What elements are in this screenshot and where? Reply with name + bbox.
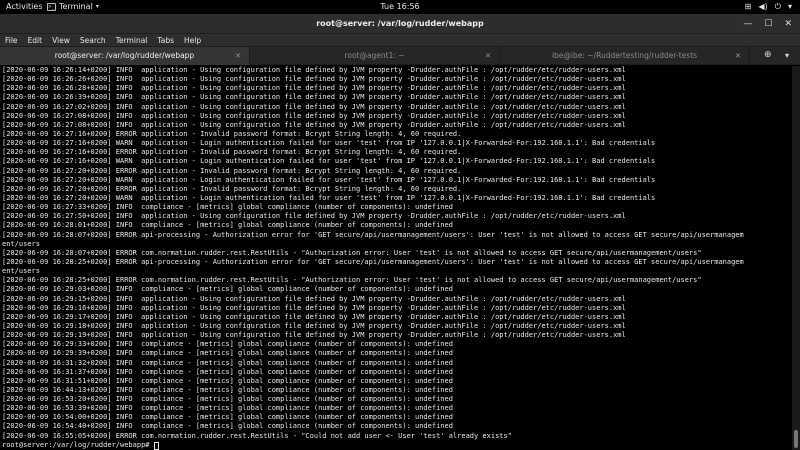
log-line: [2020-06-09 16:54:40+0200] INFO complian…: [2, 422, 453, 431]
log-line: [2020-06-09 16:27:50+0200] INFO applicat…: [2, 212, 626, 221]
log-line: [2020-06-09 16:27:20+0200] ERROR applica…: [2, 184, 462, 193]
app-menu-label: Terminal: [59, 2, 93, 11]
menu-help[interactable]: Help: [184, 36, 201, 45]
log-line: [2020-06-09 16:27:08+0200] INFO applicat…: [2, 120, 626, 129]
scrollbar-thumb[interactable]: [794, 430, 798, 448]
maximize-button[interactable]: ☐: [764, 19, 772, 29]
log-line: [2020-06-09 16:28:01+0200] INFO complian…: [2, 221, 453, 230]
chevron-down-icon: ▾: [95, 3, 99, 10]
power-icon: ⏻: [774, 2, 781, 11]
log-line: [2020-06-09 16:27:20+0200] WARN applicat…: [2, 193, 656, 202]
log-line: [2020-06-09 16:29:18+0200] INFO applicat…: [2, 321, 626, 330]
log-line: [2020-06-09 16:53:20+0200] INFO complian…: [2, 395, 453, 404]
menu-tabs[interactable]: Tabs: [157, 36, 174, 45]
log-line: [2020-06-09 16:28:07+0200] ERROR api-pro…: [2, 230, 744, 239]
gnome-top-bar: Activities >_ Terminal ▾ Tue 16:56 ⊞ ◀) …: [0, 0, 800, 14]
terminal-scrollbar[interactable]: [792, 66, 800, 450]
text-cursor: [153, 441, 159, 450]
log-line: [2020-06-09 16:53:39+0200] INFO complian…: [2, 404, 453, 413]
new-tab-button[interactable]: ⊕: [764, 46, 772, 65]
clock-button[interactable]: Tue 16:56: [380, 2, 419, 11]
window-title: root@server: /var/log/rudder/webapp: [316, 19, 484, 28]
activities-button[interactable]: Activities: [6, 0, 43, 14]
terminal-output[interactable]: [2020-06-09 16:26:14+0200] INFO applicat…: [0, 66, 790, 450]
log-line: [2020-06-09 16:29:15+0200] INFO applicat…: [2, 294, 626, 303]
log-line: [2020-06-09 16:54:00+0200] INFO complian…: [2, 413, 453, 422]
menu-terminal[interactable]: Terminal: [116, 36, 148, 45]
close-icon[interactable]: ✕: [735, 47, 741, 65]
log-line: [2020-06-09 16:28:25+0200] ERROR api-pro…: [2, 257, 744, 266]
log-line: [2020-06-09 16:31:51+0200] INFO complian…: [2, 376, 453, 385]
tabs-menu-button[interactable]: ▾: [785, 46, 789, 65]
shell-prompt: root@server:/var/log/rudder/webapp#: [2, 440, 154, 449]
log-line: ent/users: [2, 239, 40, 248]
app-menu-button[interactable]: >_ Terminal ▾: [47, 0, 99, 14]
log-line: [2020-06-09 16:26:39+0200] INFO applicat…: [2, 93, 626, 102]
log-line: [2020-06-09 16:27:08+0200] INFO applicat…: [2, 111, 626, 120]
close-icon[interactable]: ✕: [235, 47, 241, 65]
log-line: [2020-06-09 16:27:16+0200] WARN applicat…: [2, 139, 656, 148]
menu-edit[interactable]: Edit: [28, 36, 43, 45]
tab-root-server[interactable]: root@server: /var/log/rudder/webapp ✕: [0, 47, 250, 65]
close-icon[interactable]: ✕: [485, 47, 491, 65]
minimize-button[interactable]: —: [743, 19, 752, 29]
log-line: ent/users: [2, 267, 40, 276]
close-button[interactable]: ✕: [784, 19, 792, 29]
tab-bar: root@server: /var/log/rudder/webapp ✕ ro…: [0, 46, 800, 65]
tab-root-agent1[interactable]: root@agent1: ~ ✕: [250, 47, 500, 65]
prompt-line[interactable]: root@server:/var/log/rudder/webapp#: [2, 441, 790, 450]
log-line: [2020-06-09 16:27:16+0200] ERROR applica…: [2, 148, 462, 157]
log-line: [2020-06-09 16:29:33+0200] INFO complian…: [2, 340, 453, 349]
volume-icon: ◀): [758, 2, 768, 11]
log-line: [2020-06-09 16:27:20+0200] WARN applicat…: [2, 175, 656, 184]
tab-label: root@agent1: ~: [344, 51, 405, 60]
log-line: [2020-06-09 16:31:37+0200] INFO complian…: [2, 367, 453, 376]
window-title-bar[interactable]: root@server: /var/log/rudder/webapp — ☐ …: [0, 14, 800, 34]
log-line: [2020-06-09 16:27:02+0200] INFO applicat…: [2, 102, 626, 111]
log-line: [2020-06-09 16:29:16+0200] INFO applicat…: [2, 303, 626, 312]
terminal-app-icon: >_: [47, 3, 56, 11]
tab-ibe-rudder-tests[interactable]: ibe@ibe: ~/Ruddertesting/rudder-tests ✕: [500, 47, 750, 65]
menu-bar: File Edit View Search Terminal Tabs Help: [0, 34, 800, 46]
log-line: [2020-06-09 16:28:25+0200] ERROR com.nor…: [2, 276, 702, 285]
menu-view[interactable]: View: [52, 36, 70, 45]
log-line: [2020-06-09 16:29:39+0200] INFO complian…: [2, 349, 453, 358]
log-line: [2020-06-09 16:26:26+0200] INFO applicat…: [2, 75, 626, 84]
network-icon: ⊞: [744, 2, 752, 11]
log-line: [2020-06-09 16:27:16+0200] WARN applicat…: [2, 157, 656, 166]
log-line: [2020-06-09 16:29:03+0200] INFO complian…: [2, 285, 453, 294]
log-line: [2020-06-09 16:27:33+0200] INFO complian…: [2, 203, 453, 212]
system-status-menu[interactable]: ⊞ ◀) ⏻ ▾: [745, 0, 792, 14]
log-line: [2020-06-09 16:29:19+0200] INFO applicat…: [2, 331, 626, 340]
log-line: [2020-06-09 16:28:07+0200] ERROR com.nor…: [2, 248, 702, 257]
menu-search[interactable]: Search: [80, 36, 106, 45]
tab-label: root@server: /var/log/rudder/webapp: [54, 51, 195, 60]
chevron-down-icon: ▾: [787, 2, 792, 11]
tab-label: ibe@ibe: ~/Ruddertesting/rudder-tests: [551, 51, 698, 60]
menu-file[interactable]: File: [5, 36, 18, 45]
log-line: [2020-06-09 16:31:32+0200] INFO complian…: [2, 358, 453, 367]
log-line: [2020-06-09 16:26:14+0200] INFO applicat…: [2, 66, 626, 74]
log-line: [2020-06-09 16:55:05+0200] ERROR com.nor…: [2, 431, 512, 440]
log-line: [2020-06-09 16:44:13+0200] INFO complian…: [2, 385, 453, 394]
log-line: [2020-06-09 16:27:16+0200] ERROR applica…: [2, 129, 462, 138]
log-line: [2020-06-09 16:27:20+0200] ERROR applica…: [2, 166, 462, 175]
log-line: [2020-06-09 16:26:28+0200] INFO applicat…: [2, 84, 626, 93]
log-line: [2020-06-09 16:29:17+0200] INFO applicat…: [2, 312, 626, 321]
